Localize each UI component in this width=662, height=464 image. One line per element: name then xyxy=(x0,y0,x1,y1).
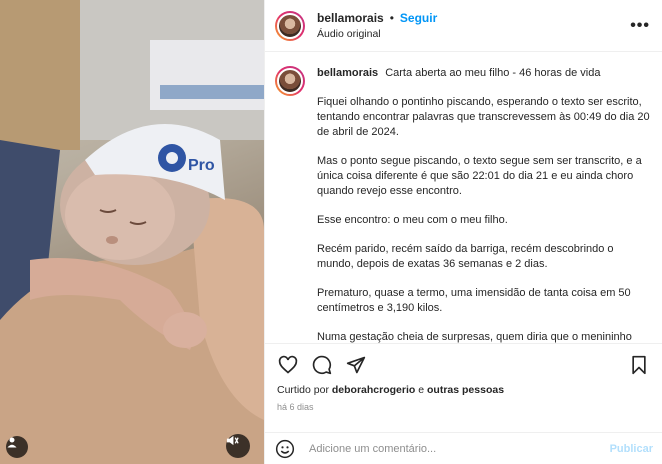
caption-paragraph: Mas o ponto segue piscando, o texto segu… xyxy=(317,155,642,197)
send-icon xyxy=(346,356,366,374)
mute-toggle-button[interactable] xyxy=(226,434,250,458)
bookmark-icon xyxy=(632,355,646,375)
publish-button[interactable]: Publicar xyxy=(610,443,653,455)
caption-area[interactable]: bellamorais Carta aberta ao meu filho - … xyxy=(265,52,662,344)
caption-paragraph: Recém parido, recém saído da barriga, re… xyxy=(317,243,614,270)
liked-by-conj: e xyxy=(418,384,425,396)
username-link[interactable]: bellamorais xyxy=(317,11,384,25)
more-options-icon[interactable]: ••• xyxy=(630,17,650,35)
post-timestamp[interactable]: há 6 dias xyxy=(265,396,662,412)
comment-bubble-icon xyxy=(312,355,332,375)
liked-by-text: Curtido por deborahcrogerio e outras pes… xyxy=(265,380,662,396)
user-icon xyxy=(7,437,17,448)
post-media[interactable]: Pro xyxy=(0,0,264,464)
post-side-panel: bellamorais • Seguir Áudio original ••• … xyxy=(264,0,662,464)
save-button[interactable] xyxy=(628,354,650,376)
comment-bar: Publicar xyxy=(265,432,662,464)
heart-icon xyxy=(278,355,298,374)
newborn-photo: Pro xyxy=(0,0,264,464)
liked-by-others-link[interactable]: outras pessoas xyxy=(427,384,504,396)
comment-button[interactable] xyxy=(311,354,333,376)
caption-paragraph: Prematuro, quase a termo, uma imensidão … xyxy=(317,287,631,314)
liked-by-user-link[interactable]: deborahcrogerio xyxy=(332,384,415,396)
share-button[interactable] xyxy=(345,354,367,376)
avatar[interactable] xyxy=(275,10,305,41)
caption-text: bellamorais Carta aberta ao meu filho - … xyxy=(317,66,650,343)
audio-link[interactable]: Áudio original xyxy=(317,28,630,40)
action-bar xyxy=(265,350,662,380)
caption-avatar[interactable] xyxy=(275,66,305,96)
caption-paragraph: Esse encontro: o meu com o meu filho. xyxy=(317,214,508,226)
post-header: bellamorais • Seguir Áudio original ••• xyxy=(265,0,662,52)
muted-speaker-icon xyxy=(226,435,239,446)
caption-username[interactable]: bellamorais xyxy=(317,67,378,79)
tagged-users-button[interactable] xyxy=(6,436,28,458)
separator-dot: • xyxy=(389,11,394,25)
liked-by-prefix: Curtido por xyxy=(277,384,329,396)
emoji-icon[interactable] xyxy=(275,439,295,459)
caption-paragraph: Numa gestação cheia de surpresas, quem d… xyxy=(317,331,632,343)
caption-paragraph: Fiquei olhando o pontinho piscando, espe… xyxy=(317,96,650,138)
hat-brand-text: Pro xyxy=(188,157,215,174)
like-button[interactable] xyxy=(277,354,299,376)
follow-button[interactable]: Seguir xyxy=(400,11,437,25)
caption-title: Carta aberta ao meu filho - 46 horas de … xyxy=(385,67,601,79)
comment-input[interactable] xyxy=(309,442,610,455)
